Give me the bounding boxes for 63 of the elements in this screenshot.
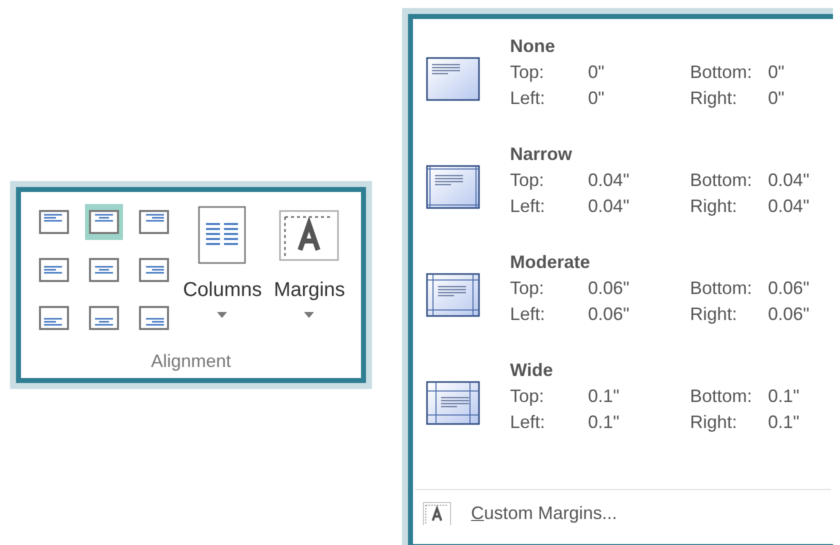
page-margins-icon (426, 57, 480, 101)
align-text-icon (138, 258, 169, 282)
align-button[interactable] (84, 204, 123, 240)
margin-value: 0.06" (588, 303, 630, 326)
margin-label: Bottom: (690, 61, 754, 84)
align-text-icon (138, 210, 169, 234)
page-margins-icon (426, 381, 480, 425)
preset-name: Wide (510, 359, 554, 382)
preset-name: Narrow (510, 143, 574, 166)
custom-margins-item[interactable]: Custom Margins... (413, 490, 833, 527)
margin-value: 0.06" (588, 277, 630, 300)
ribbon-large-button[interactable]: Columns (180, 202, 264, 318)
margin-label: Bottom: (690, 277, 754, 300)
margin-label: Right: (690, 87, 738, 110)
page-margins-icon (426, 273, 480, 317)
margin-value: 0.04" (588, 195, 630, 218)
align-text-icon (138, 306, 169, 330)
margin-label: Right: (690, 195, 738, 218)
margin-preset-item[interactable]: Moderate Top: 0.06" Bottom: 0.06" Left: 0.06" Right: 0.06" (413, 249, 833, 327)
margin-label: Bottom: (690, 169, 754, 192)
align-text-icon (88, 306, 119, 330)
margin-preset-item[interactable]: Wide Top: 0.1" Bottom: 0.1" Left: 0.1" Right: 0.1" (413, 357, 833, 435)
align-text-icon (88, 258, 119, 282)
margin-label: Top: (510, 169, 546, 192)
margin-label: Left: (510, 303, 546, 326)
margin-label: Left: (510, 87, 546, 110)
margin-label: Right: (690, 303, 738, 326)
margin-preset-item[interactable]: None Top: 0" Bottom: 0" Left: 0" Right: 0" (413, 33, 833, 111)
margin-label: Right: (690, 411, 738, 434)
margin-value: 0.06" (768, 277, 810, 300)
align-text-icon (88, 210, 119, 234)
margin-value: 0.06" (768, 303, 810, 326)
margin-label: Left: (510, 195, 546, 218)
page-margins-icon (426, 165, 480, 209)
dropdown-arrow-icon (217, 312, 228, 318)
group-title: Alignment (150, 350, 232, 373)
preset-name: None (510, 35, 556, 58)
margin-value: 0.1" (588, 385, 620, 408)
ribbon-large-button[interactable]: Margins (272, 202, 348, 318)
align-text-icon (38, 210, 69, 234)
margin-value: 0.04" (588, 169, 630, 192)
margin-label: Top: (510, 277, 546, 300)
margins-icon (423, 502, 451, 526)
columns-icon (198, 206, 246, 264)
align-text-icon (38, 258, 69, 282)
margin-value: 0" (588, 87, 606, 110)
dropdown-arrow-icon (304, 312, 314, 318)
align-text-icon (38, 306, 69, 330)
margin-value: 0.04" (768, 195, 810, 218)
margin-value: 0.04" (768, 169, 810, 192)
margin-label: Top: (510, 385, 546, 408)
margin-label: Bottom: (690, 385, 754, 408)
margin-value: 0" (768, 87, 786, 110)
margins-icon (279, 210, 340, 260)
margin-value: 0.1" (768, 411, 800, 434)
margin-value: 0" (588, 61, 606, 84)
margin-label: Left: (510, 411, 546, 434)
margin-preset-item[interactable]: Narrow Top: 0.04" Bottom: 0.04" Left: 0.04" Right: 0.04" (413, 141, 833, 219)
margin-value: 0.1" (768, 385, 800, 408)
margin-value: 0.1" (588, 411, 620, 434)
preset-name: Moderate (510, 251, 592, 274)
margin-label: Top: (510, 61, 546, 84)
margin-value: 0" (768, 61, 786, 84)
